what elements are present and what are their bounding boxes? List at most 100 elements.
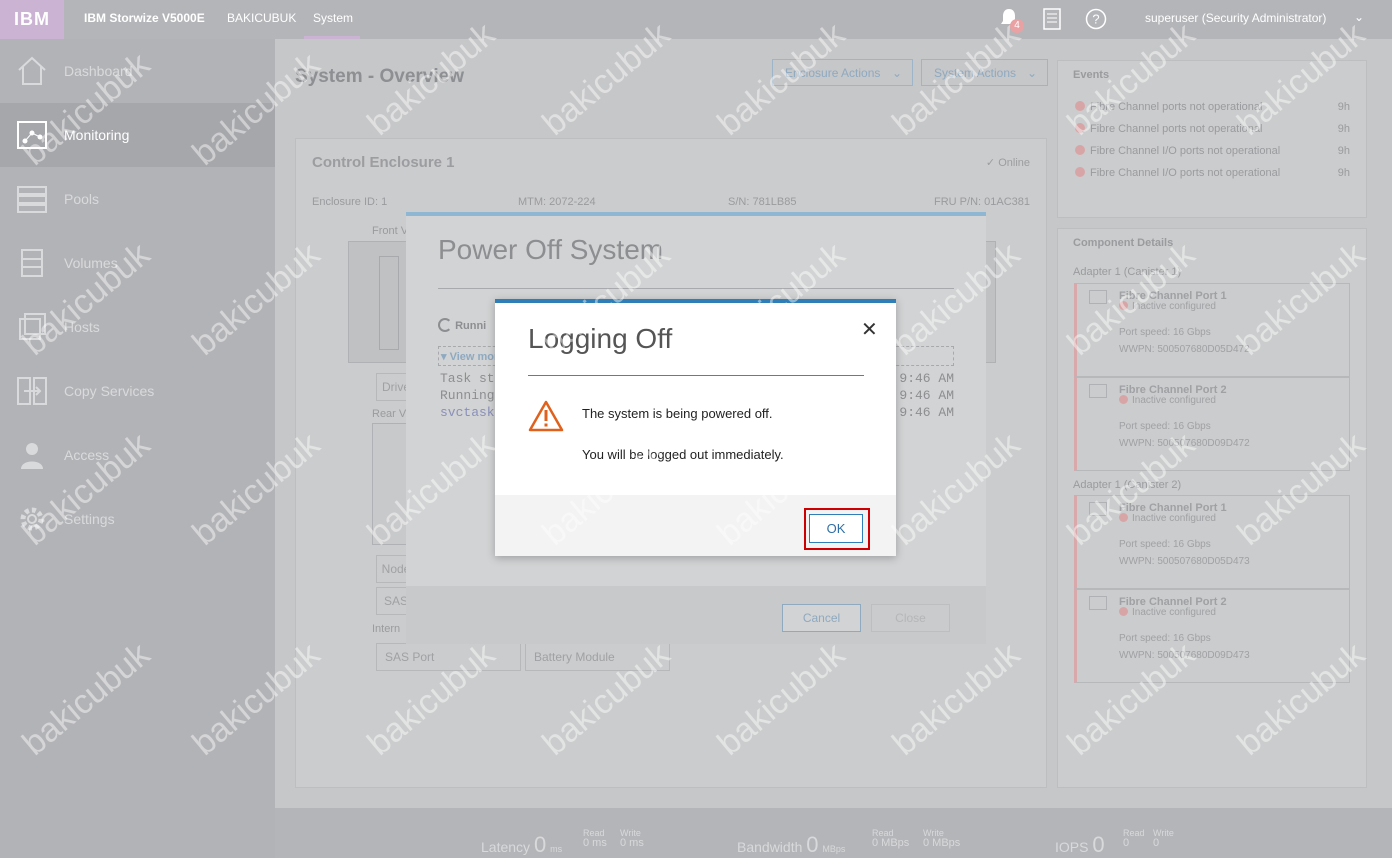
- enclosure-actions-button[interactable]: Enclosure Actions ⌄: [772, 59, 913, 86]
- event-item[interactable]: Fibre Channel ports not operational 9h: [1075, 101, 1350, 113]
- clipboard-icon: [1043, 8, 1061, 30]
- enclosure-mtm: MTM: 2072-224: [518, 196, 596, 208]
- fc-port-card[interactable]: Fibre Channel Port 1 Inactive configured…: [1074, 283, 1350, 377]
- log-line: Task st: [440, 371, 495, 386]
- sidebar-item-volumes[interactable]: Volumes: [0, 231, 275, 295]
- events-title: Events: [1073, 69, 1110, 81]
- bandwidth-read-value: 0 MBps: [872, 837, 910, 849]
- fc-port-card[interactable]: Fibre Channel Port 2 Inactive configured…: [1074, 589, 1350, 683]
- help-button[interactable]: ?: [1085, 8, 1107, 35]
- top-bar: IBM IBM Storwize V5000E BAKICUBUK System…: [0, 0, 1392, 39]
- port-speed-value: 16 Gbps: [1172, 327, 1211, 338]
- battery-module-button[interactable]: Battery Module: [525, 643, 670, 671]
- sidebar-item-label: Hosts: [64, 319, 100, 335]
- port-status: Inactive configured: [1119, 301, 1216, 312]
- notification-count-badge: 4: [1010, 19, 1024, 33]
- port-wwpn-value: 500507680D09D473: [1157, 650, 1250, 661]
- cancel-button[interactable]: Cancel: [782, 604, 861, 632]
- error-icon: [1119, 607, 1128, 616]
- view-more-text: View mor: [449, 351, 499, 363]
- copy-services-icon: [17, 377, 47, 405]
- event-text: Fibre Channel I/O ports not operational: [1090, 167, 1281, 179]
- port-speed: Port speed: 16 Gbps: [1119, 327, 1211, 338]
- port-speed-label: Port speed:: [1119, 539, 1171, 550]
- port-speed-label: Port speed:: [1119, 327, 1171, 338]
- error-icon: [1119, 395, 1128, 404]
- port-status: Inactive configured: [1119, 395, 1216, 406]
- task-log-times: 9:46 AM 9:46 AM 9:46 AM: [894, 370, 954, 421]
- enclosure-serial: S/N: 781LB85: [728, 196, 797, 208]
- sidebar-item-settings[interactable]: Settings: [0, 487, 275, 551]
- event-item[interactable]: Fibre Channel I/O ports not operational 9…: [1075, 167, 1350, 179]
- sidebar-item-monitoring[interactable]: Monitoring: [0, 103, 275, 167]
- log-time: 9:46 AM: [899, 388, 954, 403]
- fc-port-card[interactable]: Fibre Channel Port 1 Inactive configured…: [1074, 495, 1350, 589]
- system-actions-button[interactable]: System Actions ⌄: [921, 59, 1048, 86]
- events-panel: Events: [1057, 60, 1367, 218]
- port-wwpn: WWPN: 500507680D05D472: [1119, 344, 1250, 355]
- latency-write-value: 0 ms: [620, 837, 644, 849]
- port-wwpn-label: WWPN:: [1119, 556, 1155, 567]
- sas-port-button[interactable]: SAS Port: [376, 643, 521, 671]
- sidebar-item-label: Dashboard: [64, 63, 133, 79]
- port-wwpn: WWPN: 500507680D09D473: [1119, 650, 1250, 661]
- port-status: Inactive configured: [1119, 607, 1216, 618]
- pools-icon: [17, 186, 47, 213]
- sidebar-item-pools[interactable]: Pools: [0, 167, 275, 231]
- user-menu[interactable]: superuser (Security Administrator): [1145, 11, 1326, 25]
- port-wwpn: WWPN: 500507680D09D472: [1119, 438, 1250, 449]
- event-text: Fibre Channel I/O ports not operational: [1090, 145, 1281, 157]
- running-text: Runni: [455, 320, 487, 332]
- event-text: Fibre Channel ports not operational: [1090, 123, 1263, 135]
- log-time: 9:46 AM: [899, 371, 954, 386]
- internal-label: Intern: [372, 623, 401, 635]
- event-time: 9h: [1337, 123, 1350, 135]
- drive-slot: [379, 256, 399, 350]
- sidebar-item-label: Pools: [64, 191, 100, 207]
- sidebar-item-label: Copy Services: [64, 383, 155, 399]
- sidebar-item-hosts[interactable]: Hosts: [0, 295, 275, 359]
- warning-icon: [528, 400, 564, 432]
- sidebar: Dashboard Monitoring Pools Volumes Hosts…: [0, 39, 275, 858]
- close-icon[interactable]: ✕: [861, 317, 878, 342]
- bandwidth-value: 0: [806, 832, 819, 857]
- sidebar-item-access[interactable]: Access: [0, 423, 275, 487]
- iops-write-value: 0: [1153, 837, 1160, 849]
- iops-value: 0: [1092, 832, 1105, 857]
- front-view-image[interactable]: [348, 241, 408, 363]
- enclosure-status: ✓ Online: [986, 156, 1030, 169]
- port-wwpn-value: 500507680D05D472: [1157, 344, 1250, 355]
- svg-text:?: ?: [1092, 12, 1099, 27]
- power-off-title: Power Off System: [438, 234, 664, 265]
- event-item[interactable]: Fibre Channel I/O ports not operational 9…: [1075, 145, 1350, 157]
- bandwidth-unit: MBps: [822, 844, 846, 854]
- enclosure-title: Control Enclosure 1: [312, 154, 455, 171]
- port-status-text: Inactive configured: [1132, 395, 1216, 406]
- ok-button[interactable]: OK: [809, 514, 863, 543]
- enclosure-fru: FRU P/N: 01AC381: [934, 196, 1030, 208]
- log-time: 9:46 AM: [899, 405, 954, 420]
- page-title: System - Overview: [295, 66, 464, 87]
- event-time: 9h: [1337, 167, 1350, 179]
- sidebar-item-label: Access: [64, 447, 110, 463]
- port-wwpn-label: WWPN:: [1119, 344, 1155, 355]
- port-wwpn-value: 500507680D09D472: [1157, 438, 1250, 449]
- error-icon: [1119, 301, 1128, 310]
- fc-port-card[interactable]: Fibre Channel Port 2 Inactive configured…: [1074, 377, 1350, 471]
- event-item[interactable]: Fibre Channel ports not operational 9h: [1075, 123, 1350, 135]
- tasks-button[interactable]: [1043, 8, 1061, 35]
- chevron-down-icon: ⌄: [891, 66, 902, 80]
- port-wwpn-label: WWPN:: [1119, 438, 1155, 449]
- bandwidth-read: Read 0 MBps: [872, 828, 910, 849]
- modal-message-line2: You will be logged out immediately.: [582, 447, 784, 462]
- sidebar-item-dashboard[interactable]: Dashboard: [0, 39, 275, 103]
- chevron-down-icon[interactable]: ⌄: [1354, 10, 1364, 24]
- close-button[interactable]: Close: [871, 604, 950, 632]
- modal-title: Logging Off: [528, 323, 673, 354]
- sidebar-item-copy-services[interactable]: Copy Services: [0, 359, 275, 423]
- home-icon: [18, 56, 46, 85]
- bandwidth-write: Write 0 MBps: [923, 828, 960, 849]
- rear-view-image[interactable]: [372, 423, 408, 545]
- breadcrumb-system-name[interactable]: BAKICUBUK: [227, 11, 296, 25]
- notifications-button[interactable]: 4: [998, 7, 1024, 33]
